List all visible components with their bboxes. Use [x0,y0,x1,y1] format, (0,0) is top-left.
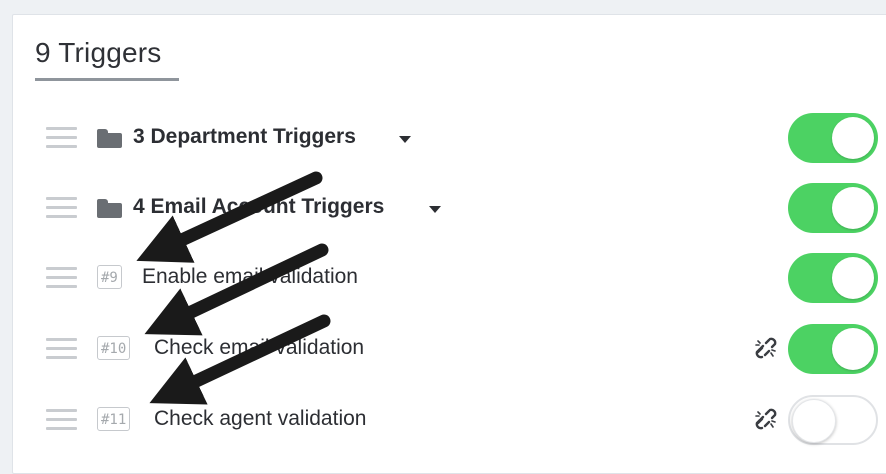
chevron-down-icon[interactable] [399,136,411,143]
trigger-label[interactable]: Check email validation [154,336,364,360]
enable-toggle[interactable] [788,395,878,445]
trigger-id-badge: #9 [97,265,122,289]
toggle-knob [832,257,874,299]
title-underline [35,78,179,81]
toggle-knob [832,328,874,370]
chevron-down-icon[interactable] [429,206,441,213]
toggle-knob [792,399,836,443]
drag-handle-icon[interactable] [46,335,77,363]
enable-toggle[interactable] [788,113,878,163]
trigger-row-10[interactable]: #10 Check email validation [13,319,881,389]
trigger-row-11[interactable]: #11 Check agent validation [13,390,881,460]
trigger-id-badge: #11 [97,407,131,431]
folder-icon [97,199,122,218]
trigger-row-email-account-folder[interactable]: 4 Email Account Triggers [13,178,881,248]
folder-label[interactable]: 4 Email Account Triggers [133,195,384,219]
trigger-label[interactable]: Enable email validation [142,265,358,289]
unlink-icon[interactable] [753,406,779,432]
folder-icon [97,129,122,148]
toggle-knob [832,187,874,229]
folder-label[interactable]: 3 Department Triggers [133,125,356,149]
drag-handle-icon[interactable] [46,406,77,434]
enable-toggle[interactable] [788,324,878,374]
trigger-row-9[interactable]: #9 Enable email validation [13,248,881,318]
enable-toggle[interactable] [788,253,878,303]
triggers-panel: 9 Triggers 3 Department Triggers 4 Email… [12,14,886,474]
drag-handle-icon[interactable] [46,264,77,292]
enable-toggle[interactable] [788,183,878,233]
drag-handle-icon[interactable] [46,194,77,222]
page-title: 9 Triggers [35,37,162,68]
drag-handle-icon[interactable] [46,124,77,152]
trigger-id-badge: #10 [97,336,131,360]
trigger-label[interactable]: Check agent validation [154,407,366,431]
toggle-knob [832,117,874,159]
unlink-icon[interactable] [753,335,779,361]
trigger-row-department-folder[interactable]: 3 Department Triggers [13,108,881,178]
